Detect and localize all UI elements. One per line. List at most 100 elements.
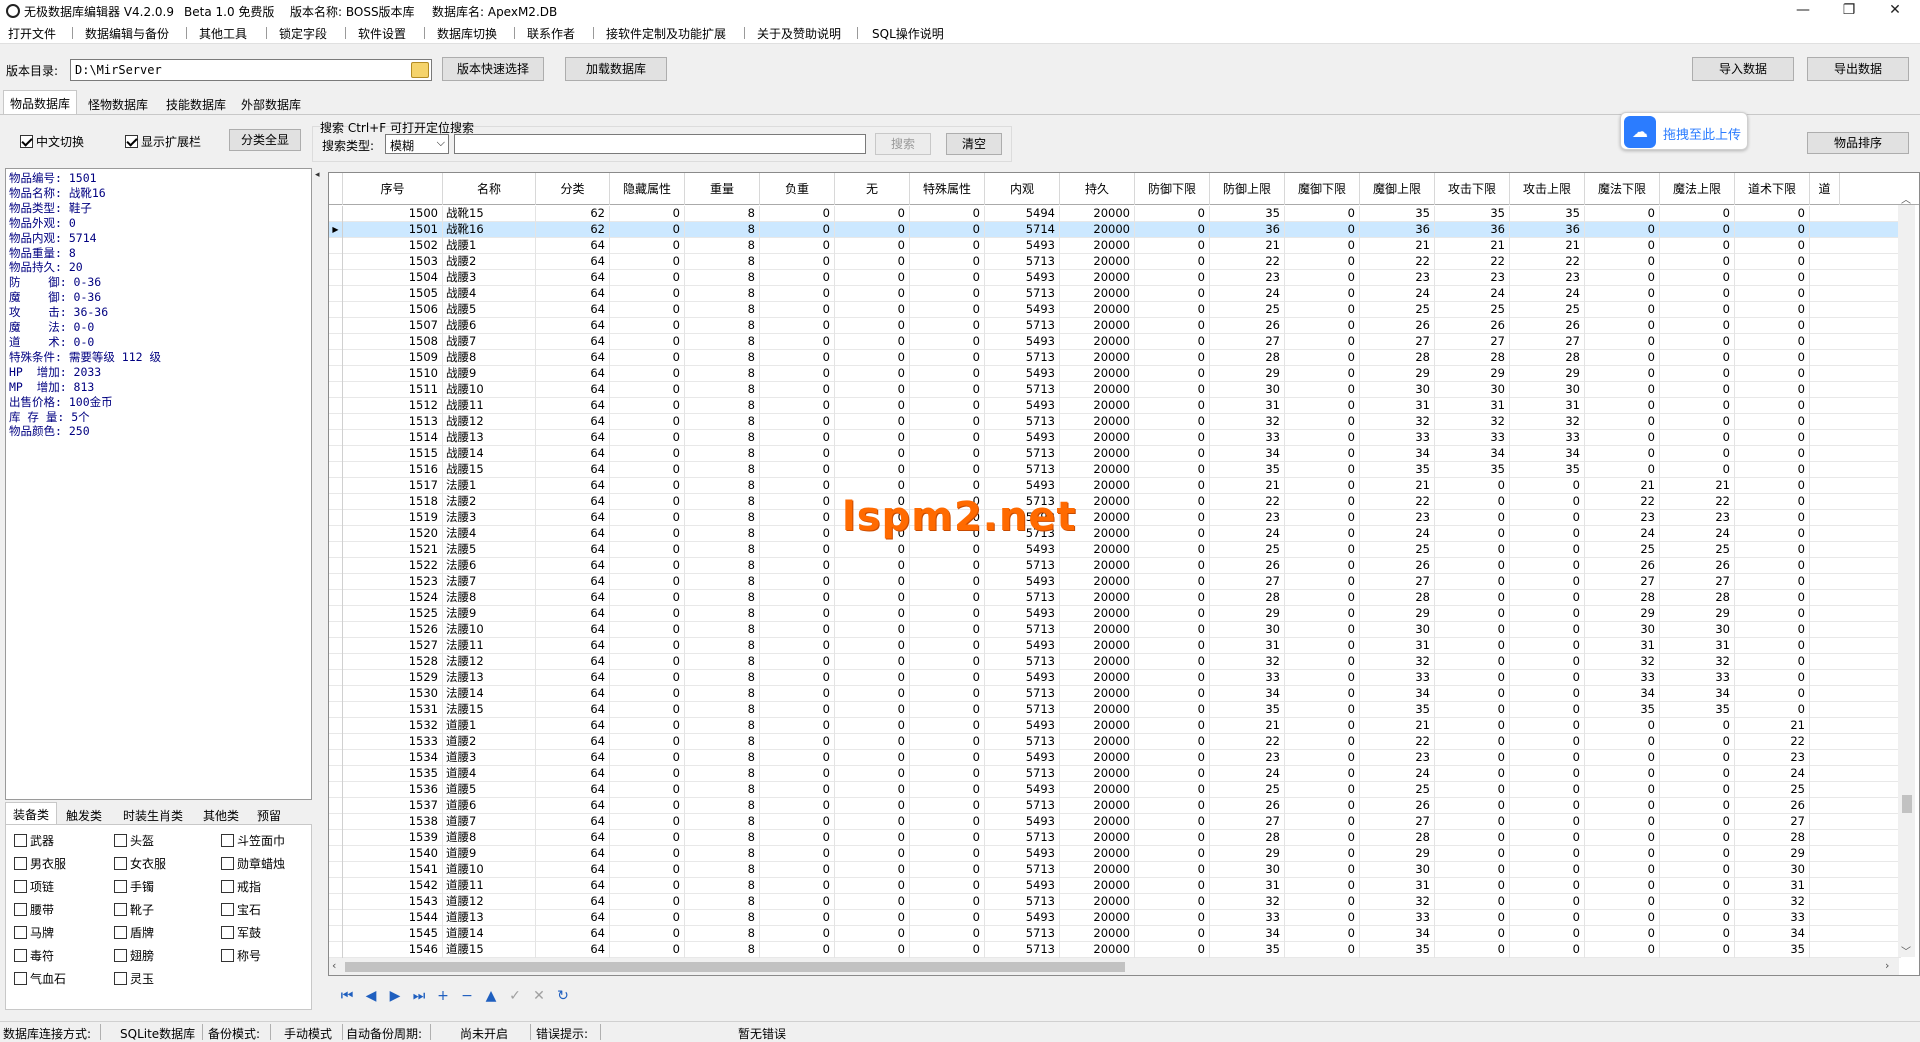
table-cell[interactable]: 36 [1510,222,1585,238]
table-cell[interactable]: 0 [1135,670,1210,686]
table-cell[interactable]: 0 [760,558,835,574]
table-cell[interactable]: 0 [610,574,685,590]
table-cell[interactable]: 0 [835,222,910,238]
table-cell[interactable]: 0 [1285,478,1360,494]
table-cell[interactable]: 0 [835,622,910,638]
table-cell[interactable]: 20000 [1060,750,1135,766]
table-cell[interactable]: 35 [1435,206,1510,222]
category-checkbox[interactable]: 靴子 [114,901,154,918]
table-cell[interactable]: 27 [1660,574,1735,590]
table-cell[interactable]: 0 [760,766,835,782]
folder-icon[interactable] [411,62,429,78]
table-cell[interactable]: 0 [760,590,835,606]
table-cell[interactable]: 0 [610,654,685,670]
table-cell[interactable]: 29 [1660,606,1735,622]
table-cell[interactable]: 0 [910,942,985,958]
table-cell[interactable]: 0 [1510,526,1585,542]
table-cell[interactable]: 0 [1435,942,1510,958]
table-cell[interactable]: 0 [610,270,685,286]
table-row[interactable]: 1540 道腰9 64 0 8 0 0 0 5493 20000 0 29 0 29 0 0 0 0 29 [329,846,1901,862]
category-checkbox[interactable]: 女衣服 [114,855,166,872]
table-cell[interactable]: 0 [1510,654,1585,670]
table-cell[interactable]: 8 [685,878,760,894]
table-cell[interactable]: 1520 [343,526,443,542]
nav-last-icon[interactable]: ⏭ [408,985,430,1007]
table-cell[interactable]: 0 [1135,334,1210,350]
table-cell[interactable]: 0 [760,670,835,686]
table-cell[interactable]: 21 [1210,238,1285,254]
table-cell[interactable]: 30 [1585,622,1660,638]
table-cell[interactable]: 64 [536,638,610,654]
table-cell[interactable]: 22 [1360,254,1435,270]
table-cell[interactable]: 8 [685,302,760,318]
table-cell[interactable]: 0 [910,366,985,382]
table-cell[interactable]: 0 [1135,430,1210,446]
table-cell[interactable]: 5493 [985,574,1060,590]
category-checkbox[interactable]: 称号 [221,947,261,964]
table-cell[interactable]: 0 [610,302,685,318]
table-cell[interactable]: 0 [1285,670,1360,686]
table-cell[interactable]: 0 [910,478,985,494]
table-cell[interactable]: 1521 [343,542,443,558]
table-cell[interactable]: 25 [1435,302,1510,318]
table-cell[interactable]: 8 [685,814,760,830]
table-cell[interactable]: 35 [1360,206,1435,222]
table-cell[interactable]: 0 [835,238,910,254]
table-cell[interactable]: 20000 [1060,942,1135,958]
table-cell[interactable]: 21 [1585,478,1660,494]
table-cell[interactable]: 0 [1135,766,1210,782]
table-cell[interactable]: 35 [1735,942,1810,958]
table-row[interactable]: 1543 道腰12 64 0 8 0 0 0 5713 20000 0 32 0 32 0 0 0 0 32 [329,894,1901,910]
table-cell[interactable]: 战腰2 [443,254,536,270]
table-cell[interactable]: 0 [610,862,685,878]
table-cell[interactable]: 21 [1510,238,1585,254]
table-cell[interactable]: 0 [1285,558,1360,574]
table-cell[interactable]: 0 [910,734,985,750]
table-cell[interactable]: 0 [835,782,910,798]
table-cell[interactable]: 20000 [1060,398,1135,414]
table-cell[interactable]: 0 [760,206,835,222]
table-cell[interactable]: 0 [760,814,835,830]
table-cell[interactable]: 5713 [985,798,1060,814]
table-cell[interactable]: 0 [1735,558,1810,574]
table-cell[interactable]: 0 [1135,494,1210,510]
table-cell[interactable]: 31 [1660,638,1735,654]
table-cell[interactable]: 0 [1435,510,1510,526]
table-row[interactable]: 1509 战腰8 64 0 8 0 0 0 5713 20000 0 28 0 28 28 28 0 0 0 [329,350,1901,366]
table-cell[interactable]: 29 [1210,606,1285,622]
table-cell[interactable]: 0 [1135,702,1210,718]
table-cell[interactable]: 0 [1510,894,1585,910]
table-cell[interactable]: 道腰1 [443,718,536,734]
table-cell[interactable]: 0 [835,702,910,718]
table-cell[interactable]: 0 [835,734,910,750]
table-cell[interactable]: 0 [1510,926,1585,942]
table-cell[interactable]: 5713 [985,766,1060,782]
menu-lock-fields[interactable]: 锁定字段 [279,25,327,42]
table-cell[interactable]: 0 [1735,350,1810,366]
table-cell[interactable]: 34 [1435,446,1510,462]
table-cell[interactable]: 0 [1135,894,1210,910]
nav-cancel-icon[interactable]: ✕ [528,985,550,1007]
table-cell[interactable]: 0 [1660,430,1735,446]
table-cell[interactable]: 5493 [985,270,1060,286]
table-cell[interactable]: 5493 [985,478,1060,494]
table-cell[interactable]: 0 [1585,350,1660,366]
table-cell[interactable]: 26 [1510,318,1585,334]
scroll-right-icon[interactable]: › [1885,959,1889,972]
panel-splitter[interactable] [314,168,324,1010]
table-cell[interactable]: 5493 [985,782,1060,798]
table-cell[interactable]: 1546 [343,942,443,958]
table-cell[interactable]: 35 [1510,206,1585,222]
table-cell[interactable]: 8 [685,670,760,686]
table-cell[interactable]: 23 [1360,510,1435,526]
table-cell[interactable]: 0 [910,302,985,318]
table-cell[interactable]: 0 [1735,462,1810,478]
table-cell[interactable]: 0 [610,942,685,958]
menu-data-edit-backup[interactable]: 数据编辑与备份 [85,25,169,42]
table-cell[interactable]: 0 [1660,366,1735,382]
table-cell[interactable]: 8 [685,462,760,478]
table-cell[interactable]: 0 [1285,286,1360,302]
table-cell[interactable]: 30 [1435,382,1510,398]
table-cell[interactable]: 31 [1210,878,1285,894]
table-cell[interactable]: 道腰5 [443,782,536,798]
